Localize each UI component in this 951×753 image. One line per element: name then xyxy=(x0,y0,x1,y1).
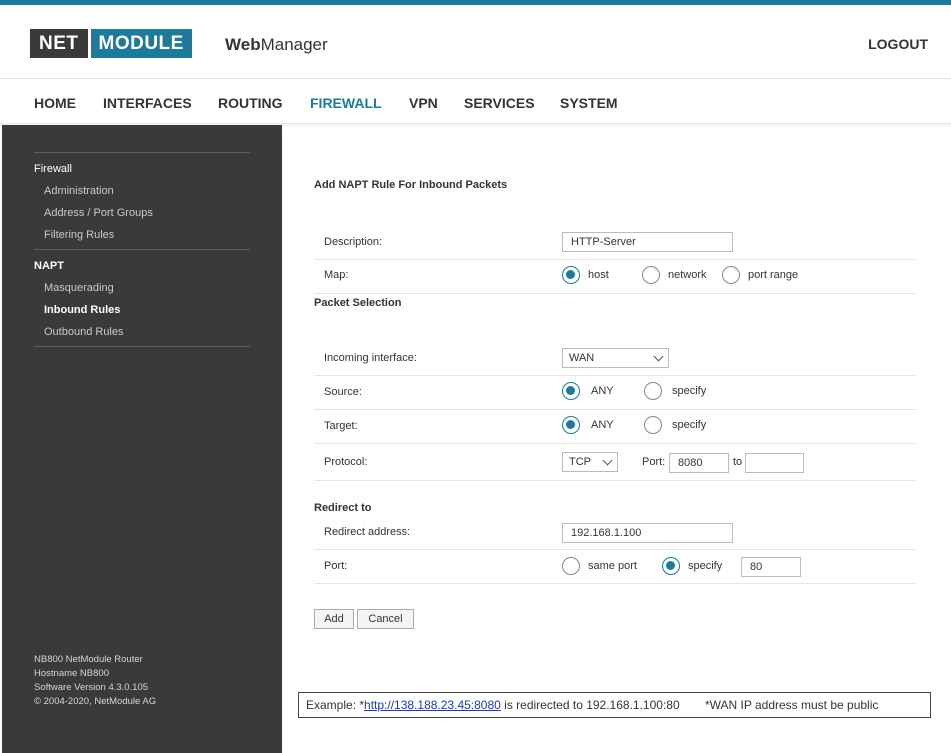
target-any-radio[interactable] xyxy=(562,416,580,434)
app-title: WebManager xyxy=(225,35,328,55)
sidebar-divider xyxy=(34,346,250,347)
sidebar-item-address-port-groups[interactable]: Address / Port Groups xyxy=(44,207,153,219)
map-row: Map: xyxy=(314,260,916,294)
sidebar-item-filtering-rules[interactable]: Filtering Rules xyxy=(44,229,114,241)
sidebar-divider xyxy=(34,249,250,250)
port-to-label: to xyxy=(733,456,743,468)
nav-firewall[interactable]: FIREWALL xyxy=(310,95,382,111)
redirect-same-port-label: same port xyxy=(588,560,637,572)
map-host-radio[interactable] xyxy=(562,266,580,284)
incoming-interface-label: Incoming interface: xyxy=(324,352,417,364)
footer-device: NB800 NetModule Router xyxy=(34,654,143,665)
footer-copyright: © 2004-2020, NetModule AG xyxy=(34,696,157,707)
sidebar: Firewall Administration Address / Port G… xyxy=(2,125,282,753)
source-any-label: ANY xyxy=(591,385,614,397)
nav-interfaces[interactable]: INTERFACES xyxy=(103,95,192,111)
map-host-label: host xyxy=(588,269,609,281)
example-link[interactable]: http://138.188.23.45:8080 xyxy=(364,698,501,712)
logo-net: NET xyxy=(30,29,88,58)
source-specify-label: specify xyxy=(672,385,707,397)
cancel-button[interactable]: Cancel xyxy=(357,609,414,629)
nav-home[interactable]: HOME xyxy=(34,95,76,111)
main-nav: HOME INTERFACES ROUTING FIREWALL VPN SER… xyxy=(0,80,951,124)
nav-routing[interactable]: ROUTING xyxy=(218,95,283,111)
incoming-interface-select[interactable]: WAN xyxy=(562,348,669,368)
description-input[interactable] xyxy=(562,232,733,252)
port-label: Port: xyxy=(642,456,666,468)
sidebar-divider xyxy=(34,152,250,153)
sidebar-item-outbound-rules[interactable]: Outbound Rules xyxy=(44,326,124,338)
add-button[interactable]: Add xyxy=(314,609,354,629)
redirect-port-label: Port: xyxy=(324,560,348,572)
redirect-address-label: Redirect address: xyxy=(324,526,411,538)
example-prefix: Example: * xyxy=(306,698,365,712)
target-label: Target: xyxy=(324,420,358,432)
sidebar-item-administration[interactable]: Administration xyxy=(44,185,114,197)
footer-hostname: Hostname NB800 xyxy=(34,668,109,679)
sidebar-item-masquerading[interactable]: Masquerading xyxy=(44,282,114,294)
packet-selection-heading: Packet Selection xyxy=(314,297,402,309)
netmodule-logo[interactable]: NET MODULE xyxy=(30,29,192,58)
footer-software-version: Software Version 4.3.0.105 xyxy=(34,682,149,693)
sidebar-group-firewall[interactable]: Firewall xyxy=(34,163,72,175)
map-network-radio[interactable] xyxy=(642,266,660,284)
example-note: Example: *http://138.188.23.45:8080 is r… xyxy=(298,692,931,718)
target-row: Target: xyxy=(314,410,916,444)
map-port-range-radio[interactable] xyxy=(722,266,740,284)
logout-link[interactable]: LOGOUT xyxy=(868,36,928,52)
chevron-down-icon xyxy=(653,351,664,362)
main-content: Add NAPT Rule For Inbound Packets Descri… xyxy=(282,125,951,753)
map-label: Map: xyxy=(324,269,349,281)
example-wan-note: *WAN IP address must be public xyxy=(704,698,879,712)
port-to-input[interactable] xyxy=(745,453,804,473)
redirect-same-port-radio[interactable] xyxy=(562,557,580,575)
redirect-port-input[interactable] xyxy=(741,557,801,577)
target-specify-label: specify xyxy=(672,419,707,431)
description-label: Description: xyxy=(324,236,383,248)
app-title-bold: Web xyxy=(225,35,261,54)
logo-module: MODULE xyxy=(90,29,192,58)
example-middle: is redirected to 192.168.1.100:80 xyxy=(500,698,680,712)
target-specify-radio[interactable] xyxy=(644,416,662,434)
map-network-label: network xyxy=(668,269,707,281)
source-label: Source: xyxy=(324,386,362,398)
redirect-specify-radio[interactable] xyxy=(662,557,680,575)
target-any-label: ANY xyxy=(591,419,614,431)
protocol-value: TCP xyxy=(569,456,591,468)
sidebar-item-inbound-rules[interactable]: Inbound Rules xyxy=(44,304,120,316)
redirect-specify-label: specify xyxy=(688,560,723,572)
nav-vpn[interactable]: VPN xyxy=(409,95,438,111)
map-port-range-label: port range xyxy=(748,269,799,281)
nav-services[interactable]: SERVICES xyxy=(464,95,535,111)
chevron-down-icon xyxy=(602,455,613,466)
nav-system[interactable]: SYSTEM xyxy=(560,95,618,111)
app-title-rest: Manager xyxy=(260,35,328,54)
sidebar-group-napt[interactable]: NAPT xyxy=(34,260,64,272)
redirect-address-input[interactable] xyxy=(562,523,733,543)
port-from-input[interactable] xyxy=(669,453,729,473)
source-specify-radio[interactable] xyxy=(644,382,662,400)
page-title: Add NAPT Rule For Inbound Packets xyxy=(314,179,508,191)
protocol-select[interactable]: TCP xyxy=(562,452,618,472)
redirect-to-heading: Redirect to xyxy=(314,502,372,514)
header: NET MODULE WebManager LOGOUT xyxy=(0,5,951,79)
incoming-interface-value: WAN xyxy=(569,352,595,364)
protocol-label: Protocol: xyxy=(324,456,368,468)
source-row: Source: xyxy=(314,376,916,410)
source-any-radio[interactable] xyxy=(562,382,580,400)
